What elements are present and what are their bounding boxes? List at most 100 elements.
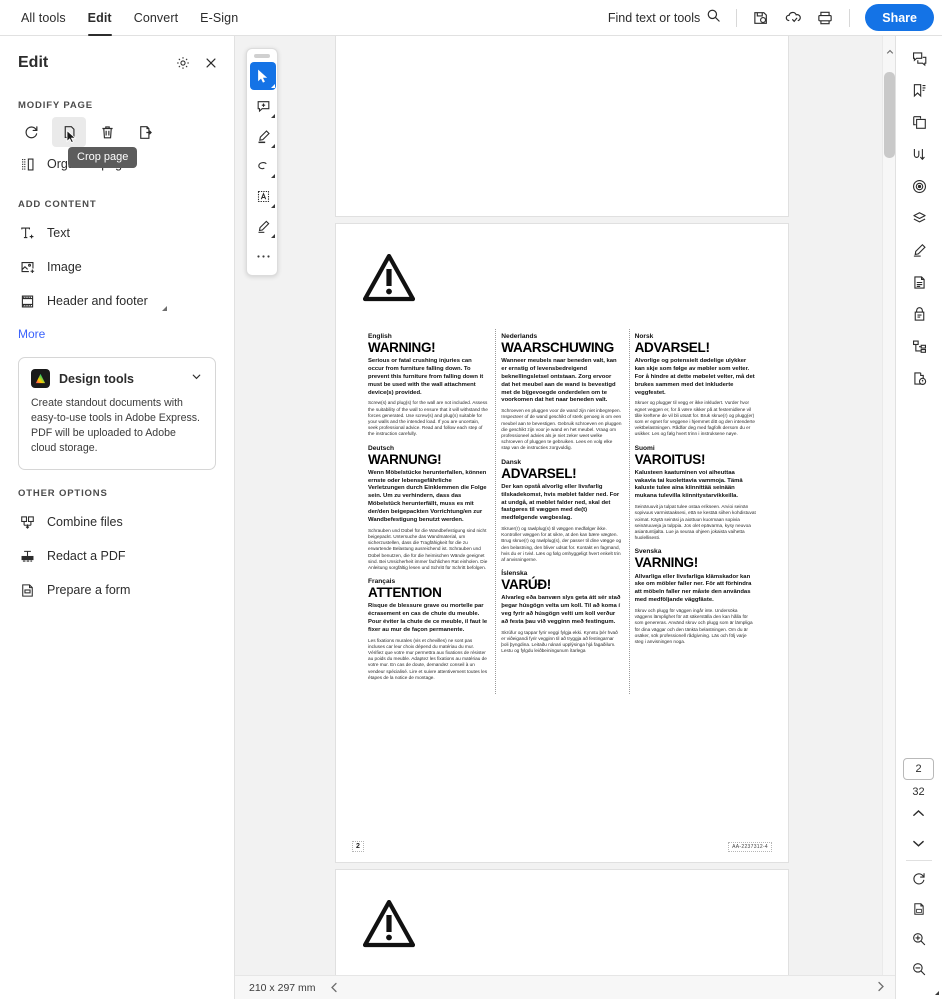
zoom-out-button[interactable] <box>904 954 934 984</box>
prepare-form-label: Prepare a form <box>47 583 131 598</box>
combine-files-label: Combine files <box>47 515 123 530</box>
warning-lead: Wanneer meubels naar beneden valt, kan e… <box>501 358 617 404</box>
toolbar-drag-handle[interactable] <box>254 54 270 58</box>
warning-lead: Allvarliga eller livsfarliga klämskador … <box>634 573 752 604</box>
section-label-add-content: ADD CONTENT <box>18 199 97 210</box>
top-toolbar: All tools Edit Convert E-Sign Find text … <box>0 0 942 36</box>
add-text-label: Text <box>47 226 70 240</box>
warning-heading: WARNUNG! <box>368 451 442 467</box>
nav-divider <box>905 860 932 861</box>
warning-heading: WARNING! <box>368 340 436 355</box>
text-field-tool-caret[interactable] <box>271 204 275 208</box>
tab-convert[interactable]: Convert <box>123 0 189 36</box>
fit-page-button[interactable] <box>904 894 939 995</box>
warning-body: Seinäruuvit ja tulpat tulee ostaa erikse… <box>634 504 756 541</box>
rotate-view-button[interactable] <box>904 864 934 894</box>
page-dimensions-label: 210 x 297 mm <box>249 981 316 994</box>
sign-tool-caret[interactable] <box>271 234 275 238</box>
export-panel-icon[interactable] <box>904 139 934 170</box>
tab-all-tools[interactable]: All tools <box>10 0 77 36</box>
delete-page-button[interactable] <box>90 117 124 147</box>
design-tools-header[interactable]: Design tools <box>31 369 203 388</box>
warning-triangle-icon <box>362 899 416 953</box>
draw-tool-caret[interactable] <box>271 174 275 178</box>
language-name: English <box>368 333 392 340</box>
chevron-left-icon[interactable] <box>330 982 338 993</box>
add-text-item[interactable]: Text <box>0 216 234 250</box>
tags-panel-icon[interactable] <box>904 299 934 330</box>
chevron-down-icon[interactable] <box>190 370 203 388</box>
organize-pages-item[interactable]: Organize pages <box>0 147 234 181</box>
structure-panel-icon[interactable] <box>904 331 934 362</box>
status-bar: 210 x 297 mm <box>235 975 895 999</box>
select-tool-button[interactable] <box>250 62 276 90</box>
gear-icon[interactable] <box>170 50 196 76</box>
warning-language-grid: English WARNING! Serious or fatal crushi… <box>363 329 763 695</box>
header-footer-submenu-icon[interactable] <box>161 306 167 311</box>
highlight-tool-button[interactable] <box>250 122 276 150</box>
chevron-right-icon[interactable] <box>877 979 885 997</box>
language-name: Norsk <box>634 333 654 340</box>
zoom-in-button[interactable] <box>904 924 934 954</box>
header-footer-item[interactable]: Header and footer <box>0 284 234 318</box>
warning-body: Schroeven en pluggen voor de wand zijn n… <box>501 408 622 451</box>
comment-tool-caret[interactable] <box>271 114 275 118</box>
redact-pdf-item[interactable]: Redact a PDF <box>0 539 234 573</box>
extract-page-button[interactable] <box>128 117 162 147</box>
page-navigation: 32 <box>895 754 942 999</box>
pdf-page-2: English WARNING! Serious or fatal crushi… <box>336 224 788 862</box>
select-tool-caret[interactable] <box>271 84 275 88</box>
draw-tool-button[interactable] <box>250 152 276 180</box>
tab-edit[interactable]: Edit <box>77 0 123 36</box>
fit-page-caret[interactable] <box>935 991 939 995</box>
destinations-panel-icon[interactable] <box>904 171 934 202</box>
search-input[interactable]: Find text or tools <box>602 8 727 28</box>
prepare-form-item[interactable]: Prepare a form <box>0 573 234 607</box>
rotate-page-button[interactable] <box>14 117 48 147</box>
pdf-page-3: Česky Magyar Latviešu <box>336 870 788 975</box>
warning-lead: Alvorlige og potensielt dødelige ulykker… <box>634 358 755 396</box>
section-label-other-options: OTHER OPTIONS <box>18 488 108 500</box>
language-column-3: Norsk ADVARSEL! Alvorlige og potensielt … <box>630 329 763 694</box>
warning-lead: Wenn Möbelstücke herunterfallen, können … <box>368 469 487 523</box>
layers-panel-icon[interactable] <box>904 203 934 234</box>
bookmarks-panel-icon[interactable] <box>904 75 934 106</box>
warning-lead: Der kan opstå alvorlig eller livsfarlig … <box>501 483 620 522</box>
warning-body: Schrauben und Dübel für die Wandbefestig… <box>368 527 488 570</box>
header-footer-icon <box>18 293 36 310</box>
language-column-1: English WARNING! Serious or fatal crushi… <box>363 329 497 695</box>
sign-tool-button[interactable] <box>250 212 276 240</box>
document-viewer[interactable]: IKEA Design and Quality IKEA of Sweden <box>235 36 895 975</box>
cloud-sync-icon[interactable] <box>778 3 808 33</box>
text-field-tool-button[interactable] <box>250 182 276 210</box>
save-to-cloud-icon[interactable] <box>746 3 776 33</box>
close-icon[interactable] <box>198 50 224 76</box>
warning-lead: Risque de blessure grave ou mortelle par… <box>368 603 488 633</box>
warning-triangle-icon <box>362 253 416 307</box>
print-icon[interactable] <box>810 3 840 33</box>
more-tools-button[interactable] <box>250 242 276 270</box>
page-number-input[interactable] <box>903 758 934 780</box>
combine-files-item[interactable]: Combine files <box>0 505 234 539</box>
organize-pages-label: Organize pages <box>47 157 136 171</box>
scrollbar-thumb[interactable] <box>884 72 895 158</box>
document-scrollbar[interactable] <box>882 36 895 975</box>
comment-tool-button[interactable] <box>250 92 276 120</box>
next-page-button[interactable] <box>904 828 934 858</box>
content-panel-icon[interactable] <box>904 267 934 298</box>
security-panel-icon[interactable] <box>904 363 934 394</box>
crop-page-button[interactable]: Crop page <box>52 117 138 168</box>
redact-icon <box>18 548 36 565</box>
share-button[interactable]: Share <box>865 4 934 31</box>
page-thumbnails-panel-icon[interactable] <box>904 107 934 138</box>
warning-lead: Kalusteen kaatuminen voi aiheuttaa vakav… <box>634 469 743 500</box>
highlight-tool-caret[interactable] <box>271 144 275 148</box>
status-bar-right <box>877 979 895 997</box>
tab-e-sign[interactable]: E-Sign <box>189 0 249 36</box>
previous-page-button[interactable] <box>904 798 934 828</box>
more-link[interactable]: More <box>0 327 234 341</box>
add-image-icon <box>18 259 36 276</box>
add-image-item[interactable]: Image <box>0 250 234 284</box>
comments-panel-icon[interactable] <box>904 43 934 74</box>
signatures-panel-icon[interactable] <box>904 235 934 266</box>
